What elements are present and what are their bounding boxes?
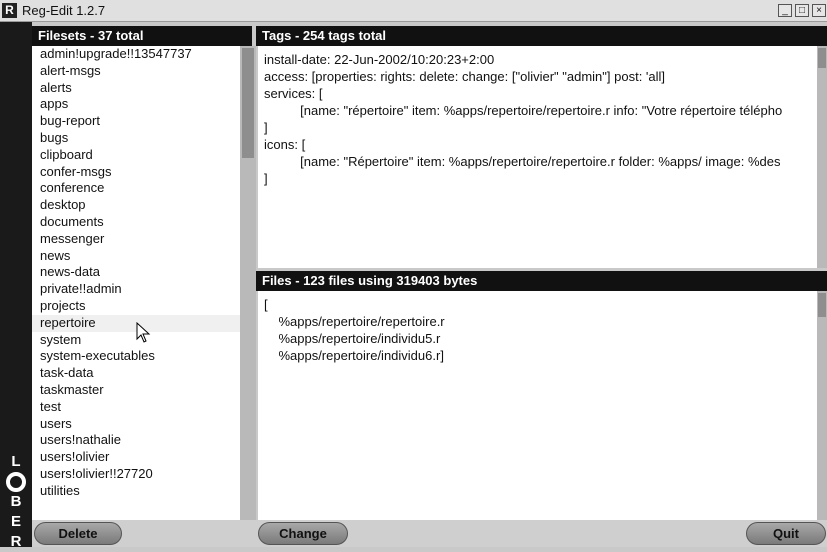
fileset-list-item[interactable]: users xyxy=(32,416,240,433)
filesets-scrollbar[interactable] xyxy=(240,46,256,520)
tag-line: ] xyxy=(264,171,268,186)
quit-button[interactable]: Quit xyxy=(746,522,826,545)
title-bar: R Reg-Edit 1.2.7 _ □ × xyxy=(0,0,827,22)
fileset-list-item[interactable]: users!nathalie xyxy=(32,432,240,449)
fileset-list-item[interactable]: clipboard xyxy=(32,147,240,164)
filesets-list[interactable]: admin!upgrade!!13547737 alert-msgs alerts a… xyxy=(32,46,240,520)
close-button[interactable]: × xyxy=(812,4,826,17)
fileset-list-item[interactable]: users!olivier!!27720 xyxy=(32,466,240,483)
rebol-side-band: L B E R xyxy=(0,22,32,550)
fileset-list-item[interactable]: bugs xyxy=(32,130,240,147)
rebol-logo-letter: R xyxy=(10,533,22,550)
tag-line: install-date: 22-Jun-2002/10:20:23+2:00 xyxy=(264,52,495,67)
rebol-logo-o-icon xyxy=(6,472,26,492)
rebol-logo-letter: B xyxy=(10,493,22,510)
file-line: [ xyxy=(264,297,268,312)
tags-scroll-thumb[interactable] xyxy=(818,48,826,68)
tags-text-area[interactable]: install-date: 22-Jun-2002/10:20:23+2:00 a… xyxy=(258,46,817,268)
fileset-list-item[interactable]: messenger xyxy=(32,231,240,248)
window-title: Reg-Edit 1.2.7 xyxy=(22,3,106,18)
fileset-list-item[interactable]: confer-msgs xyxy=(32,164,240,181)
fileset-list-item[interactable]: apps xyxy=(32,96,240,113)
file-line: %apps/repertoire/individu5.r xyxy=(264,331,441,346)
fileset-list-item[interactable]: task-data xyxy=(32,365,240,382)
file-line: %apps/repertoire/individu6.r] xyxy=(264,348,444,363)
tag-line: services: [ xyxy=(264,86,323,101)
delete-button[interactable]: Delete xyxy=(34,522,122,545)
fileset-list-item[interactable]: admin!upgrade!!13547737 xyxy=(32,46,240,63)
fileset-list-item[interactable]: conference xyxy=(32,180,240,197)
fileset-list-item[interactable]: bug-report xyxy=(32,113,240,130)
fileset-list-item[interactable]: taskmaster xyxy=(32,382,240,399)
fileset-list-item[interactable]: users!olivier xyxy=(32,449,240,466)
files-scrollbar[interactable] xyxy=(817,291,827,520)
rebol-logo-letter: L xyxy=(11,453,21,470)
fileset-list-item[interactable]: private!!admin xyxy=(32,281,240,298)
tag-line: [name: "Répertoire" item: %apps/repertoi… xyxy=(264,154,781,169)
fileset-list-item[interactable]: system-executables xyxy=(32,348,240,365)
tags-scrollbar[interactable] xyxy=(817,46,827,268)
tag-line: [name: "répertoire" item: %apps/repertoi… xyxy=(264,103,783,118)
files-header: Files - 123 files using 319403 bytes xyxy=(256,271,827,291)
filesets-scroll-thumb[interactable] xyxy=(242,48,254,158)
fileset-list-item[interactable]: news-data xyxy=(32,264,240,281)
files-scroll-thumb[interactable] xyxy=(818,293,826,317)
tags-header: Tags - 254 tags total xyxy=(256,26,827,46)
files-text-area[interactable]: [ %apps/repertoire/repertoire.r %apps/re… xyxy=(258,291,817,520)
fileset-list-item[interactable]: alert-msgs xyxy=(32,63,240,80)
fileset-list-item[interactable]: test xyxy=(32,399,240,416)
rebol-logo: L B E R xyxy=(0,452,32,552)
minimize-button[interactable]: _ xyxy=(778,4,792,17)
maximize-button[interactable]: □ xyxy=(795,4,809,17)
tag-line: ] xyxy=(264,120,268,135)
fileset-list-item[interactable]: news xyxy=(32,248,240,265)
tag-line: access: [properties: rights: delete: cha… xyxy=(264,69,666,84)
button-bar xyxy=(32,520,827,547)
fileset-list-item[interactable]: utilities xyxy=(32,483,240,500)
filesets-header: Filesets - 37 total xyxy=(32,26,252,46)
fileset-list-item[interactable]: projects xyxy=(32,298,240,315)
tag-line: icons: [ xyxy=(264,137,306,152)
mouse-cursor-icon xyxy=(136,322,151,343)
fileset-list-item[interactable]: alerts xyxy=(32,80,240,97)
file-line: %apps/repertoire/repertoire.r xyxy=(264,314,445,329)
app-icon: R xyxy=(2,3,17,18)
fileset-list-item[interactable]: documents xyxy=(32,214,240,231)
change-button[interactable]: Change xyxy=(258,522,348,545)
fileset-list-item[interactable]: desktop xyxy=(32,197,240,214)
rebol-logo-letter: E xyxy=(10,513,21,530)
